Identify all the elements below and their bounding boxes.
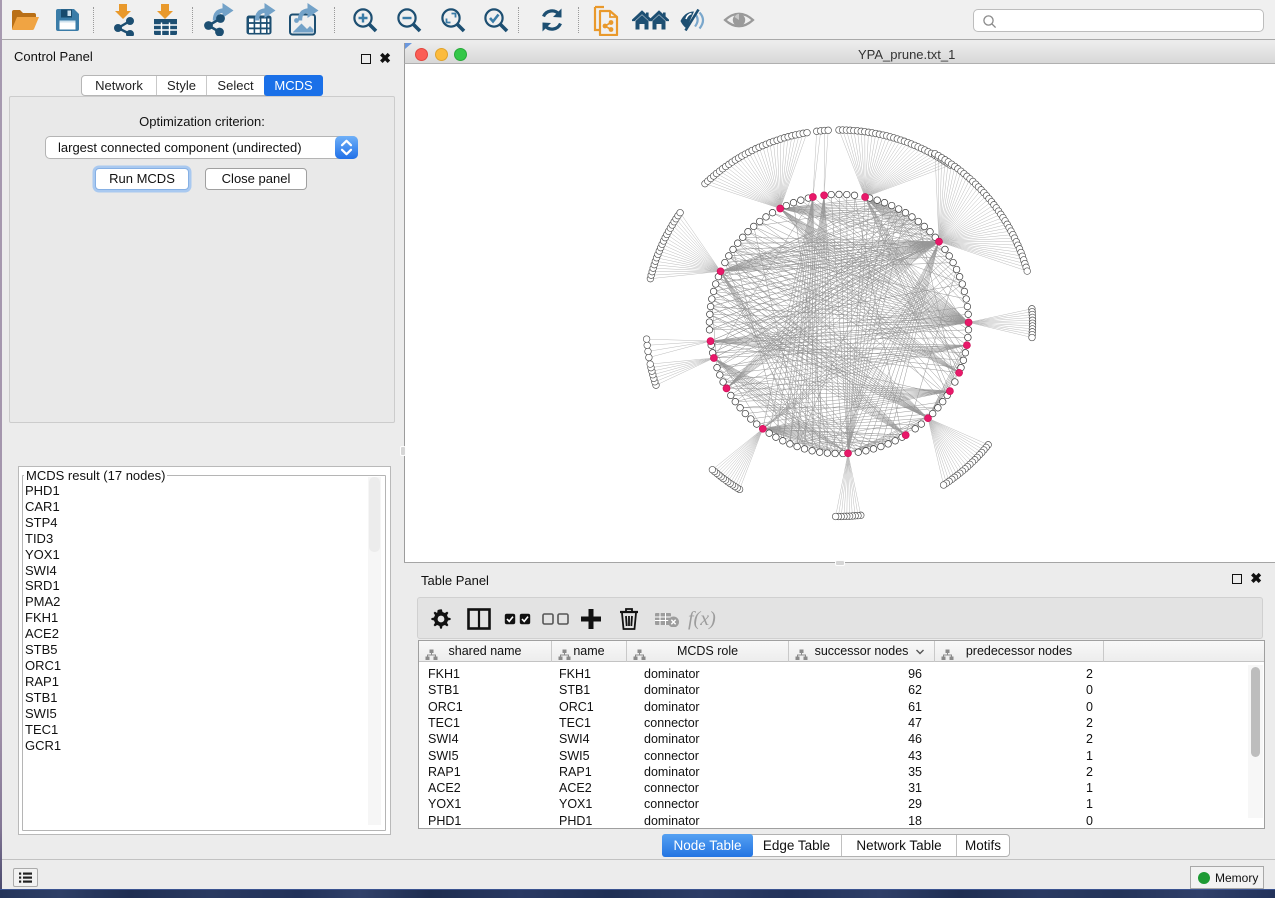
svg-text:f(x): f(x) [688, 608, 716, 630]
